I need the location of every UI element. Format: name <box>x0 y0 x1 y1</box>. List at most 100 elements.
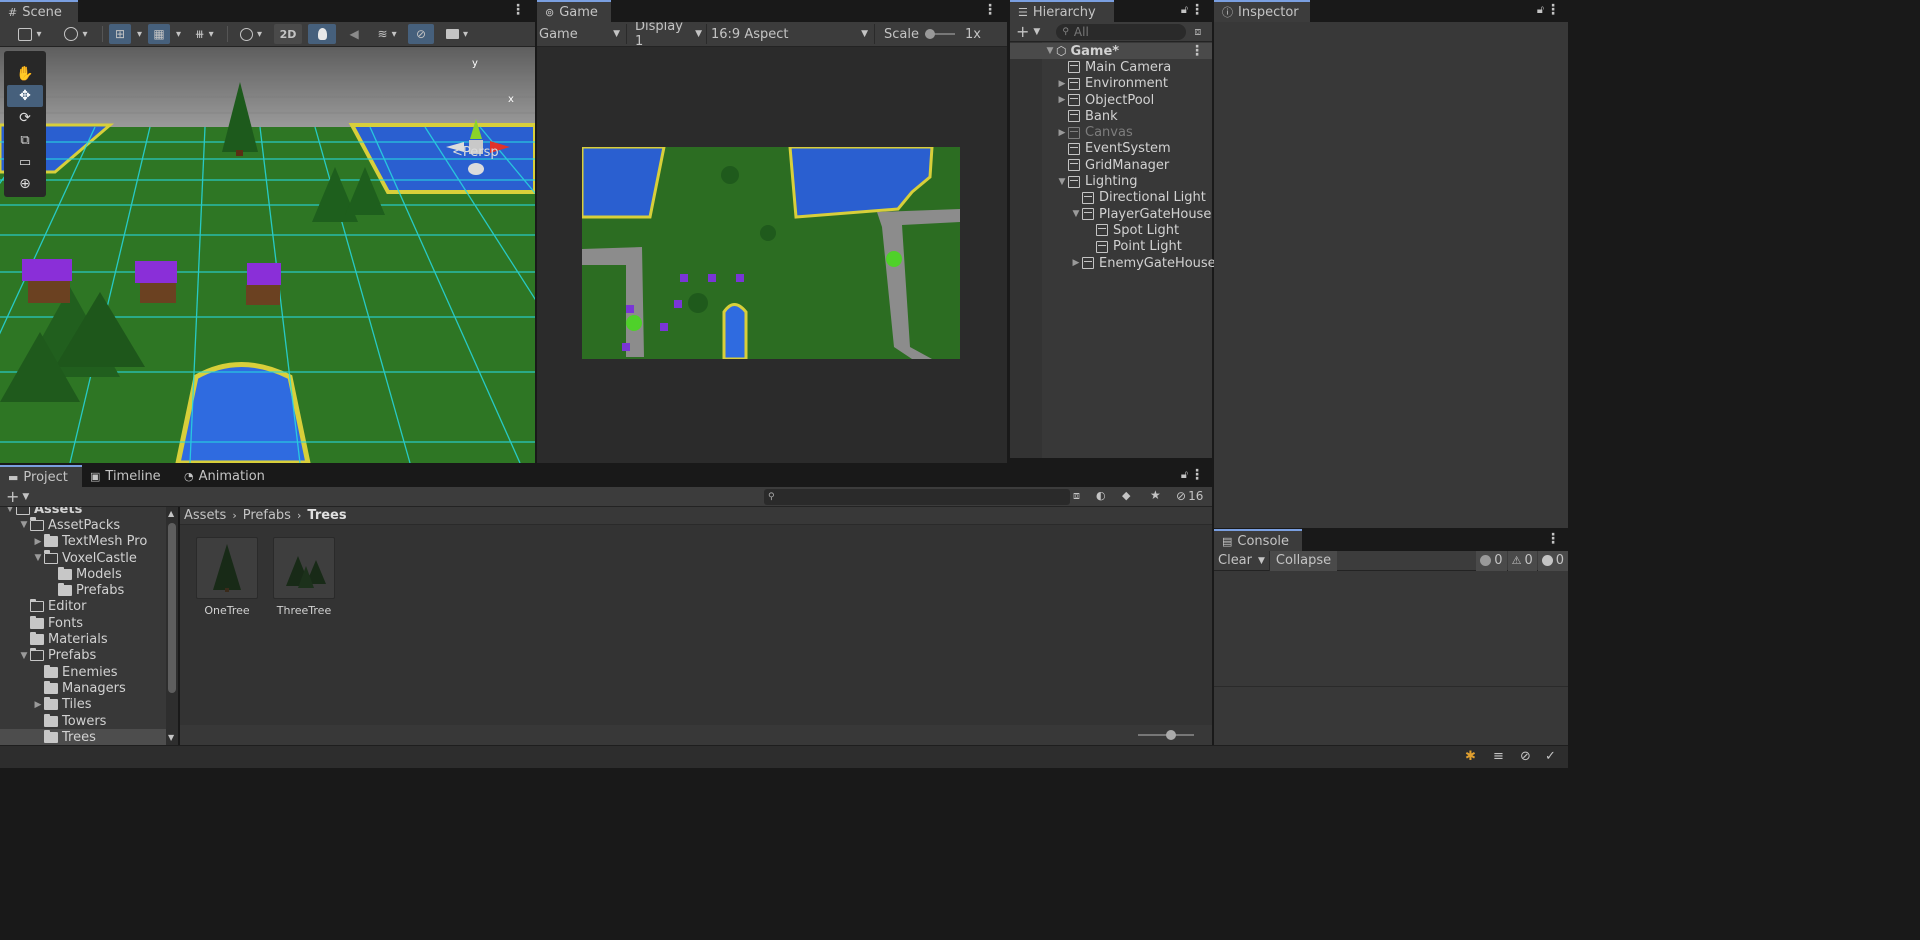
increment-snap-dropdown[interactable]: ⧻ <box>187 24 221 44</box>
asset-item[interactable]: OneTree <box>196 537 258 617</box>
collapsed-arrow-icon[interactable]: ▶ <box>1056 95 1068 105</box>
warning-filter-toggle[interactable]: ⚠ 0 <box>1507 550 1537 571</box>
folder-tree-item[interactable]: Models <box>0 566 178 582</box>
lock-icon[interactable]: 🔓︎ <box>1181 468 1188 482</box>
scroll-up-icon[interactable]: ▲ <box>168 509 174 518</box>
rect-tool[interactable]: ▭ <box>4 151 46 173</box>
console-log-area[interactable] <box>1214 571 1568 687</box>
console-menu-button[interactable]: ⋮ <box>1546 531 1560 547</box>
aspect-select[interactable]: 16:9 Aspect ▼ <box>707 24 875 44</box>
folder-tree-item[interactable]: ▶ TextMesh Pro <box>0 534 178 550</box>
asset-item[interactable]: ThreeTree <box>273 537 335 617</box>
scene-menu-icon[interactable]: ⋮ <box>1190 43 1204 59</box>
tab-scene[interactable]: # Scene <box>0 0 78 22</box>
network-off-icon[interactable]: ⊘ <box>1520 749 1531 764</box>
folder-tree-item[interactable]: ▼ Prefabs <box>0 647 178 664</box>
hierarchy-item[interactable]: ▼ PlayerGateHouse <box>1010 206 1212 222</box>
audio-toggle[interactable]: ◀ <box>342 24 366 44</box>
folder-tree-item[interactable]: Materials <box>0 631 178 647</box>
hierarchy-search-input[interactable]: ⚲ All <box>1056 23 1187 40</box>
create-plus-icon[interactable]: + <box>1016 22 1029 41</box>
hierarchy-item[interactable]: Main Camera <box>1010 59 1212 75</box>
toggle-2d-button[interactable]: 2D <box>274 24 303 44</box>
hidden-packages-toggle[interactable]: ⊘ 16 <box>1176 489 1203 503</box>
tab-animation[interactable]: ◔ Animation <box>176 465 276 487</box>
scene-viewport[interactable]: y x <Persp ✋ ✥ ⟳ ⧉ ▭ ⊕ <box>0 47 535 463</box>
tab-game[interactable]: ⊚ Game <box>537 0 611 22</box>
tab-console[interactable]: ▤ Console <box>1214 529 1302 551</box>
game-view-select[interactable]: Game ▼ <box>537 24 627 44</box>
scale-slider[interactable] <box>924 29 955 39</box>
folder-tree-item[interactable]: Fonts <box>0 615 178 631</box>
hierarchy-item[interactable]: Directional Light <box>1010 190 1212 206</box>
folder-tree-item[interactable]: Towers <box>0 713 178 729</box>
shading-dropdown[interactable] <box>234 24 268 44</box>
hierarchy-item[interactable]: ▶ Environment <box>1010 76 1212 92</box>
lock-icon[interactable]: 🔓︎ <box>1537 3 1544 17</box>
collapsed-arrow-icon[interactable]: ▶ <box>1070 258 1082 268</box>
display-select[interactable]: Display 1 ▼ <box>627 19 707 49</box>
search-filter-icon[interactable]: ⧈ <box>1073 489 1080 503</box>
lighting-toggle[interactable] <box>308 24 337 44</box>
game-render[interactable] <box>582 147 960 359</box>
lock-icon[interactable]: 🔓︎ <box>1181 3 1188 17</box>
tab-project[interactable]: ▬ Project <box>0 465 82 487</box>
rotate-tool[interactable]: ⟳ <box>4 107 46 129</box>
camera-dropdown[interactable] <box>440 24 474 44</box>
scroll-down-icon[interactable]: ▼ <box>168 733 174 742</box>
folder-tree-item[interactable]: ▼ AssetPacks <box>0 517 178 533</box>
hierarchy-root[interactable]: ▼ ⬡ Game* ⋮ <box>1010 43 1212 60</box>
project-menu-button[interactable]: ⋮ <box>1190 467 1204 483</box>
expanded-arrow-icon[interactable]: ▼ <box>32 553 44 563</box>
expanded-arrow-icon[interactable]: ▼ <box>18 520 30 530</box>
game-menu-button[interactable]: ⋮ <box>983 2 997 18</box>
tree-scrollbar[interactable]: ▲ ▼ <box>166 507 178 745</box>
folder-tree-item[interactable]: ▼ VoxelCastle <box>0 550 178 566</box>
scale-slider-thumb[interactable] <box>924 29 935 39</box>
hierarchy-item[interactable]: ▼ Lighting <box>1010 173 1212 189</box>
icon-size-slider[interactable] <box>1138 730 1194 740</box>
folder-tree-item[interactable]: Editor <box>0 598 178 615</box>
hierarchy-item[interactable]: GridManager <box>1010 157 1212 173</box>
tab-timeline[interactable]: ▣ Timeline <box>82 465 176 487</box>
collapsed-arrow-icon[interactable]: ▶ <box>1056 128 1068 138</box>
expanded-arrow-icon[interactable]: ▼ <box>18 651 30 661</box>
move-tool[interactable]: ✥ <box>7 85 43 107</box>
hierarchy-item[interactable]: Point Light <box>1010 239 1212 255</box>
check-icon[interactable]: ✓ <box>1545 749 1556 764</box>
hierarchy-item[interactable]: ▶ ObjectPool <box>1010 92 1212 108</box>
inspector-menu-button[interactable]: ⋮ <box>1546 2 1560 18</box>
scene-menu-button[interactable]: ⋮ <box>511 2 525 18</box>
folder-tree-item[interactable]: Trees <box>0 729 178 745</box>
create-dropdown-icon[interactable]: ▼ <box>1033 27 1040 37</box>
filter-type-icon[interactable]: ◐ <box>1096 489 1106 502</box>
clear-button[interactable]: Clear ▼ <box>1214 550 1270 571</box>
tab-inspector[interactable]: ⓘ Inspector <box>1214 0 1310 22</box>
chevron-down-icon[interactable]: ▼ <box>1258 556 1265 566</box>
project-search-input[interactable]: ⚲ <box>764 489 1070 505</box>
folder-tree-item[interactable]: Prefabs <box>0 582 178 598</box>
collapse-button[interactable]: Collapse <box>1269 550 1338 571</box>
tree-scrollbar-thumb[interactable] <box>168 523 176 693</box>
hierarchy-item[interactable]: Bank <box>1010 108 1212 124</box>
hierarchy-item[interactable]: Spot Light <box>1010 222 1212 238</box>
hidden-objects-toggle[interactable]: ⊘ <box>408 24 435 44</box>
hierarchy-menu-button[interactable]: ⋮ <box>1190 2 1204 18</box>
icon-size-slider-thumb[interactable] <box>1166 730 1176 740</box>
debug-bug-icon[interactable]: ✱ <box>1465 749 1476 764</box>
folder-tree-item[interactable]: Managers <box>0 680 178 696</box>
folder-tree-item[interactable]: ▼ Assets <box>0 507 178 517</box>
scene-filter-icon[interactable]: ⧈ <box>1194 25 1201 39</box>
breadcrumb-prefabs[interactable]: Prefabs <box>243 508 291 523</box>
transform-tool[interactable]: ⊕ <box>4 173 46 195</box>
collapsed-arrow-icon[interactable]: ▶ <box>32 537 44 547</box>
hand-tool[interactable]: ✋ <box>4 63 46 85</box>
breadcrumb-assets[interactable]: Assets <box>184 508 226 523</box>
error-filter-toggle[interactable]: 0 <box>1537 550 1568 571</box>
favorite-star-icon[interactable]: ★ <box>1150 488 1161 502</box>
snap-dropdown-icon[interactable]: ▾ <box>137 29 142 40</box>
snap-toggle[interactable]: ⊞ <box>109 24 131 44</box>
draw-mode-dropdown[interactable] <box>10 24 50 44</box>
folder-tree-item[interactable]: ▶ Tiles <box>0 697 178 713</box>
expanded-arrow-icon[interactable]: ▼ <box>4 507 16 514</box>
